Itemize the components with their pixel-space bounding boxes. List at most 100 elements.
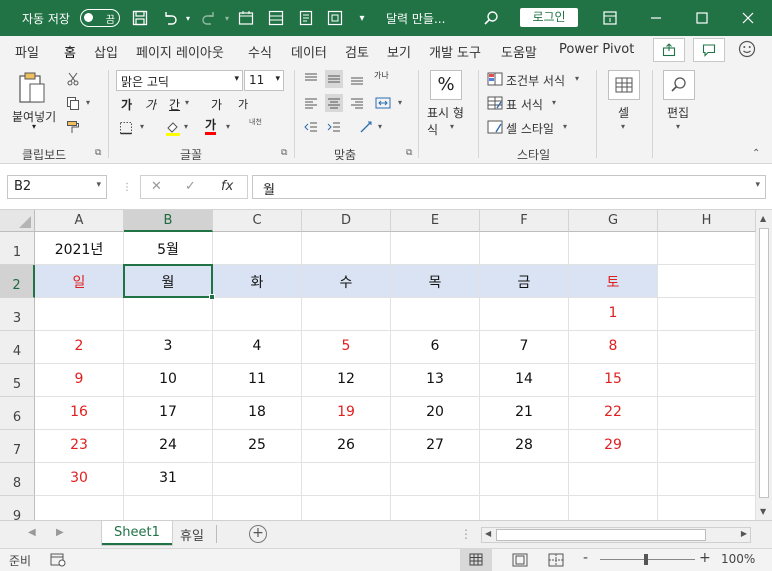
normal-view-button[interactable] <box>460 549 492 571</box>
grow-font-button[interactable]: 가 <box>211 96 222 113</box>
chevron-down-icon[interactable]: ▾ <box>755 180 760 190</box>
fill-color-dropdown-icon[interactable]: ▾ <box>184 122 188 131</box>
shrink-font-button[interactable]: 가 <box>238 96 248 112</box>
ribbon-display-icon[interactable] <box>600 8 620 28</box>
align-middle-icon[interactable] <box>325 70 343 88</box>
tab-page-layout[interactable]: 페이지 레이아웃 <box>136 42 224 61</box>
cells-dropdown-icon[interactable]: ▾ <box>621 122 625 131</box>
search-icon[interactable] <box>481 8 501 28</box>
sheet-tab-sheet1[interactable]: Sheet1 <box>102 521 172 545</box>
table-format-label[interactable]: 표 서식 <box>506 96 543 113</box>
document-title[interactable]: 달력 만들... <box>386 10 445 27</box>
cell-h1[interactable] <box>658 232 756 265</box>
scroll-right-icon[interactable]: ▶ <box>741 529 747 538</box>
row-header-9[interactable]: 9 <box>0 496 35 520</box>
cut-icon[interactable] <box>64 70 82 88</box>
cell-h3[interactable] <box>658 298 756 331</box>
increase-indent-icon[interactable] <box>325 118 343 136</box>
next-sheet-icon[interactable]: ▶ <box>56 527 64 538</box>
zoom-in-button[interactable]: + <box>699 550 711 566</box>
conditional-format-icon[interactable] <box>486 70 504 88</box>
cell-a2[interactable]: 일 <box>35 265 124 298</box>
column-header-a[interactable]: A <box>35 210 124 232</box>
cell-e6[interactable]: 20 <box>391 397 480 430</box>
zoom-out-button[interactable]: - <box>583 550 588 566</box>
align-center-icon[interactable] <box>325 94 343 112</box>
column-header-g[interactable]: G <box>569 210 658 232</box>
cell-a5[interactable]: 9 <box>35 364 124 397</box>
column-header-c[interactable]: C <box>213 210 302 232</box>
format-painter-icon[interactable] <box>64 118 82 136</box>
page-break-view-icon[interactable] <box>548 553 564 567</box>
clipboard-launcher-icon[interactable]: ⧉ <box>95 148 101 158</box>
cell-b5[interactable]: 10 <box>124 364 213 397</box>
percent-format-icon[interactable]: % <box>430 70 462 100</box>
italic-button[interactable]: 가 <box>145 96 156 113</box>
number-format-button[interactable]: 표시 형식 <box>427 104 471 138</box>
insert-function-icon[interactable]: fx <box>221 179 233 194</box>
editing-dropdown-icon[interactable]: ▾ <box>676 122 680 131</box>
cell-g2[interactable]: 토 <box>569 265 658 298</box>
calendar-icon[interactable] <box>236 8 256 28</box>
cell-d4[interactable]: 5 <box>302 331 391 364</box>
form-icon[interactable] <box>266 8 286 28</box>
cell-a3[interactable] <box>35 298 124 331</box>
borders-icon[interactable] <box>117 119 135 137</box>
cell-c7[interactable]: 25 <box>213 430 302 463</box>
cell-a1[interactable]: 2021년 <box>35 232 124 265</box>
cell-d9[interactable] <box>302 496 391 520</box>
cells-label[interactable]: 셀 <box>618 104 629 121</box>
cell-b8[interactable]: 31 <box>124 463 213 496</box>
zoom-level[interactable]: 100% <box>721 552 755 566</box>
undo-icon[interactable] <box>160 8 180 28</box>
macro-record-icon[interactable] <box>50 553 66 567</box>
formula-input[interactable]: 월 ▾ <box>252 175 766 199</box>
cell-d1[interactable] <box>302 232 391 265</box>
cell-d6[interactable]: 19 <box>302 397 391 430</box>
collapse-ribbon-icon[interactable]: ⌃ <box>752 148 760 159</box>
cell-c6[interactable]: 18 <box>213 397 302 430</box>
save-icon[interactable] <box>130 8 150 28</box>
cell-c4[interactable]: 4 <box>213 331 302 364</box>
font-color-dropdown-icon[interactable]: ▾ <box>226 122 230 131</box>
cell-h9[interactable] <box>658 496 756 520</box>
cell-h8[interactable] <box>658 463 756 496</box>
tab-formulas[interactable]: 수식 <box>248 42 272 61</box>
column-header-f[interactable]: F <box>480 210 569 232</box>
maximize-icon[interactable] <box>692 8 712 28</box>
table-format-dropdown-icon[interactable]: ▾ <box>552 98 556 107</box>
redo-icon[interactable] <box>199 8 219 28</box>
tab-file[interactable]: 파일 <box>15 42 39 61</box>
table-format-icon[interactable] <box>486 94 504 112</box>
add-sheet-icon[interactable]: + <box>249 525 267 543</box>
cell-f2[interactable]: 금 <box>480 265 569 298</box>
cell-f4[interactable]: 7 <box>480 331 569 364</box>
cell-b7[interactable]: 24 <box>124 430 213 463</box>
align-right-icon[interactable] <box>348 94 366 112</box>
merge-dropdown-icon[interactable]: ▾ <box>398 98 402 107</box>
cell-b1[interactable]: 5월 <box>124 232 213 265</box>
cell-d5[interactable]: 12 <box>302 364 391 397</box>
cell-f1[interactable] <box>480 232 569 265</box>
align-left-icon[interactable] <box>302 94 320 112</box>
cell-e7[interactable]: 27 <box>391 430 480 463</box>
number-format-dropdown-icon[interactable]: ▾ <box>450 122 454 131</box>
print-preview-icon[interactable] <box>325 8 345 28</box>
font-name-select[interactable]: 맑은 고딕 ▾ <box>116 70 243 91</box>
row-header-7[interactable]: 7 <box>0 430 35 463</box>
cell-a8[interactable]: 30 <box>35 463 124 496</box>
underline-dropdown-icon[interactable]: ▾ <box>185 98 189 107</box>
login-button[interactable]: 로그인 <box>520 8 578 27</box>
orientation-icon[interactable] <box>358 118 376 136</box>
cell-f5[interactable]: 14 <box>480 364 569 397</box>
align-bottom-icon[interactable] <box>348 70 366 88</box>
cell-c2[interactable]: 화 <box>213 265 302 298</box>
redo-dropdown-icon[interactable]: ▾ <box>217 8 237 28</box>
paste-dropdown-icon[interactable]: ▾ <box>32 122 36 131</box>
spreadsheet-grid[interactable]: ▲ ▼ A B C D E F G H 1 2021년 5월 2 일 월 화 수 목 금 토 3 1 4 2 3 4 5 6 7 8 5 9… <box>0 210 772 520</box>
cell-c9[interactable] <box>213 496 302 520</box>
cell-b6[interactable]: 17 <box>124 397 213 430</box>
cell-g7[interactable]: 29 <box>569 430 658 463</box>
decrease-indent-icon[interactable] <box>302 118 320 136</box>
cell-a7[interactable]: 23 <box>35 430 124 463</box>
